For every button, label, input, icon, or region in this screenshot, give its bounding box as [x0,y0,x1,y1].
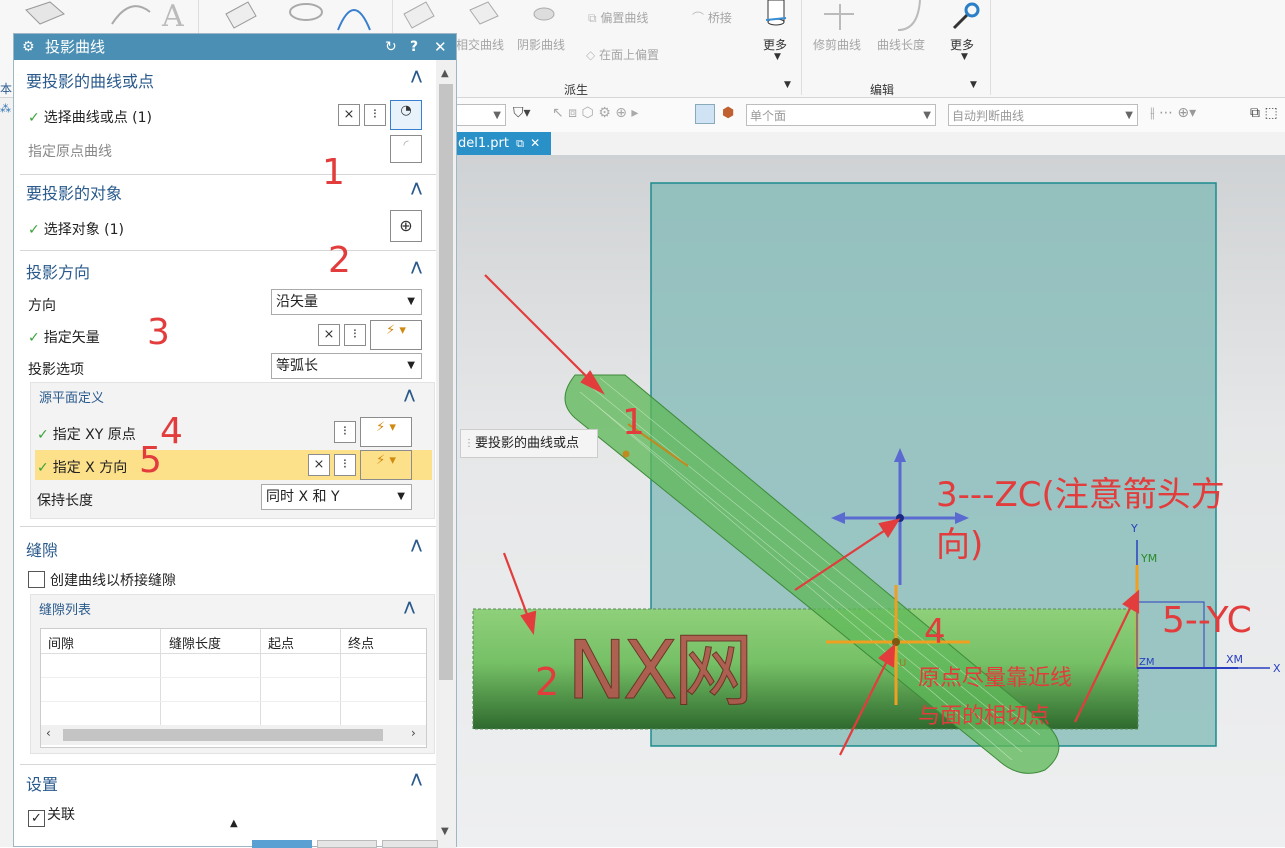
annotation-4-dialog: 4 [160,411,183,452]
annotation-1-viewport: 1 [622,402,645,443]
axis-xm-label: XM [1226,653,1244,666]
keep-length-select[interactable]: 同时 X 和 Y ▼ [261,484,412,510]
annotation-1-dialog: 1 [322,152,345,193]
direction-section-header[interactable]: 投影方向 [26,259,90,283]
object-section-header[interactable]: 要投影的对象 [26,180,122,204]
reset-icon[interactable]: ↻ [385,34,397,60]
direction-label: 方向 [28,298,56,314]
crosshair-icon[interactable]: ⊕ [390,210,422,242]
gap-table-hscrollbar[interactable]: ‹ › [41,725,426,745]
vector-inferred-select[interactable]: ⚡ ▾ [370,320,422,350]
end-column-header[interactable]: 终点 [348,633,374,652]
collapse-icon[interactable]: ⋀ [411,69,422,84]
collapse-icon[interactable]: ⋀ [411,181,422,196]
annotation-yc: 5--YC [1162,600,1252,641]
xy-origin-label[interactable]: ✓ 指定 XY 原点 [37,424,136,444]
dialog-title: 投影曲线 [45,38,106,56]
point-dialog-icon[interactable]: ⁝ [364,104,386,126]
bridge-gap-checkbox[interactable]: 创建曲线以桥接缝隙 [28,570,176,590]
scrollbar-thumb[interactable] [439,84,453,680]
gap-list-header[interactable]: 缝隙列表 [39,599,91,618]
direction-select[interactable]: 沿矢量 ▼ [271,289,422,315]
annotation-5-dialog: 5 [139,440,162,481]
deselect-icon[interactable]: ⨯ [318,324,340,346]
annotation-tangent-1: 原点尽量靠近线 [918,666,1073,691]
section-divider [20,526,436,527]
check-icon: ✓ [28,330,40,346]
annotation-2-viewport: 2 [535,660,560,704]
vector-dialog-icon[interactable]: ⁝ [334,454,356,476]
deselect-icon[interactable]: ⨯ [308,454,330,476]
annotation-zc: 3---ZC(注意箭头方 [936,475,1225,515]
scroll-right-icon[interactable]: › [411,726,416,740]
nav-icon[interactable]: ⁂ [0,102,11,115]
deselect-icon[interactable]: ⨯ [338,104,360,126]
collapse-icon[interactable]: ⋀ [411,772,422,787]
annotation-3-dialog: 3 [147,312,170,353]
scroll-down-icon[interactable]: ▼ [441,826,449,837]
project-curve-dialog: ⚙ 投影曲线 ↻ ? ✕ ▲ ▼ 要投影的曲线或点 ⋀ ✓ 选择曲线或点 (1) … [13,33,457,848]
projection-option-select[interactable]: 等弧长 ▼ [271,353,422,379]
gap-list-group: 缝隙列表 ⋀ 间隙 缝隙长度 起点 终点 ‹ › [30,594,435,754]
more-options-icon[interactable]: ▲ [230,818,238,829]
check-icon: ✓ [37,427,49,443]
curve-select-icon[interactable]: ◔ [390,100,422,130]
origin-curve-label: 指定原点曲线 [28,144,112,160]
section-divider [20,250,436,251]
settings-section-header[interactable]: 设置 [26,771,58,795]
source-plane-header[interactable]: 源平面定义 [39,387,104,406]
x-vector-inferred-select[interactable]: ⚡ ▾ [360,450,412,480]
collapse-icon[interactable]: ⋀ [411,260,422,275]
close-icon[interactable]: ✕ [434,34,447,60]
annotation-tangent-2: 与面的相切点 [918,704,1051,729]
axis-u-label: U [899,658,907,669]
axis-ym-label: YM [1141,552,1158,565]
vector-dialog-icon[interactable]: ⁝ [344,324,366,346]
collapse-icon[interactable]: ⋀ [404,388,415,403]
associative-checkbox[interactable]: ✓ 关联 [28,804,75,827]
scroll-up-icon[interactable]: ▲ [441,68,449,79]
dialog-title-bar[interactable]: ⚙ 投影曲线 ↻ ? ✕ [14,34,456,60]
projection-option-label: 投影选项 [28,362,84,378]
annotation-2-dialog: 2 [328,240,351,281]
help-icon[interactable]: ? [410,34,418,60]
check-icon: ✓ [28,222,40,238]
checkbox-checked-icon[interactable]: ✓ [28,810,45,827]
point-inferred-select[interactable]: ⚡ ▾ [360,417,412,447]
curves-section-header[interactable]: 要投影的曲线或点 [26,68,154,92]
annotation-4-viewport: 4 [924,612,946,652]
specify-vector-label[interactable]: ✓ 指定矢量 [28,327,100,347]
axis-x-label: X [1273,662,1281,675]
collapse-icon[interactable]: ⋀ [411,538,422,553]
annotation-zc-cont: 向) [936,525,984,565]
tooltip-grip-icon: ⋮ [464,438,474,449]
gap-column-header[interactable]: 间隙 [48,633,74,652]
section-divider [20,764,436,765]
dialog-scrollbar[interactable]: ▲ ▼ [436,60,456,848]
hscroll-thumb[interactable] [63,729,383,741]
left-navigator-edge [0,98,13,847]
gap-length-column-header[interactable]: 缝隙长度 [169,633,221,652]
section-divider [20,174,436,175]
check-icon: ✓ [28,110,40,126]
source-plane-group: 源平面定义 ⋀ ✓ 指定 XY 原点 ⁝ ⚡ ▾ ✓ 指定 X 方向 ⨯ ⁝ ⚡ ▾… [30,382,435,519]
check-icon: ✓ [37,460,49,476]
nx-watermark: NX网 [567,624,755,718]
gear-icon[interactable]: ⚙ [22,34,35,60]
selection-tooltip: ⋮ 要投影的曲线或点 [460,429,598,458]
keep-length-label: 保持长度 [37,493,93,509]
origin-curve-icon[interactable]: ◜ [390,135,422,163]
axis-y-label: Y [1131,522,1138,535]
gap-table[interactable]: 间隙 缝隙长度 起点 终点 ‹ › [40,628,427,748]
x-direction-label[interactable]: ✓ 指定 X 方向 [37,457,127,477]
start-column-header[interactable]: 起点 [268,633,294,652]
collapse-icon[interactable]: ⋀ [404,600,415,615]
checkbox-box[interactable] [28,571,45,588]
scroll-left-icon[interactable]: ‹ [46,726,51,740]
point-dialog-icon[interactable]: ⁝ [334,421,356,443]
axis-zm-label: ZM [1139,657,1155,668]
gap-section-header[interactable]: 缝隙 [26,537,58,561]
select-object-label[interactable]: ✓ 选择对象 (1) [28,219,124,239]
select-curves-label[interactable]: ✓ 选择曲线或点 (1) [28,107,152,127]
